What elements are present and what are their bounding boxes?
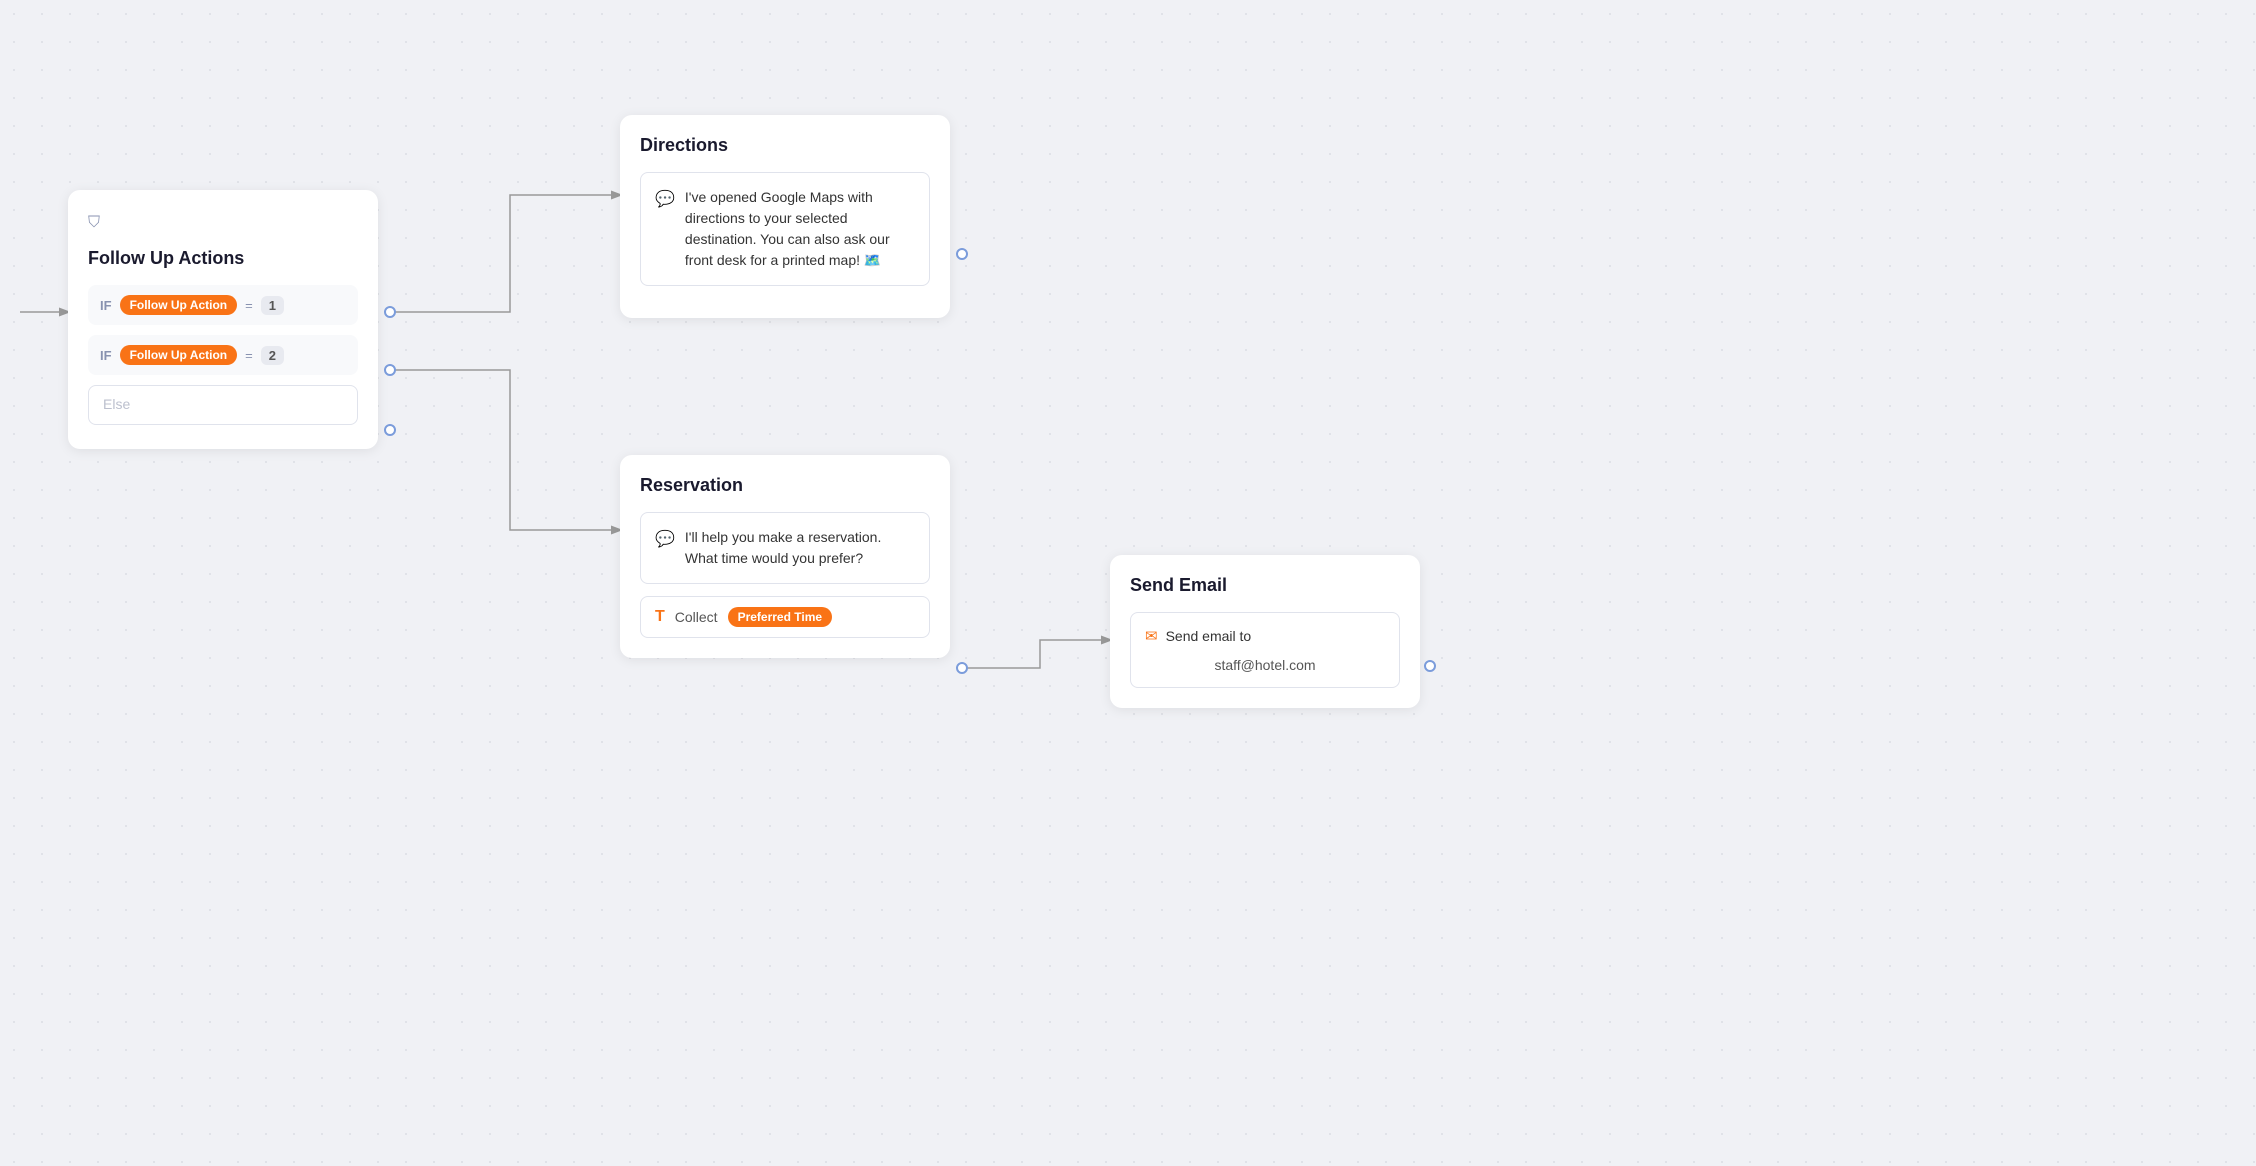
else-row[interactable]: Else (88, 385, 358, 425)
follow-up-actions-card: ⛉ Follow Up Actions IF Follow Up Action … (68, 190, 378, 449)
follow-up-actions-title: Follow Up Actions (88, 248, 358, 269)
connector-dot-reservation-out[interactable] (956, 662, 968, 674)
collect-label: Collect (675, 609, 718, 625)
directions-card: Directions 💬 I've opened Google Maps wit… (620, 115, 950, 318)
preferred-time-badge[interactable]: Preferred Time (728, 607, 833, 627)
send-email-card: Send Email ✉ Send email to staff@hotel.c… (1110, 555, 1420, 708)
email-value: staff@hotel.com (1145, 653, 1385, 673)
follow-up-badge-2[interactable]: Follow Up Action (120, 345, 238, 365)
send-email-inner: ✉ Send email to staff@hotel.com (1130, 612, 1400, 688)
chat-icon-reservation: 💬 (655, 529, 675, 549)
connector-dot-directions-out[interactable] (956, 248, 968, 260)
value-badge-1: 1 (261, 296, 284, 315)
reservation-card: Reservation 💬 I'll help you make a reser… (620, 455, 950, 658)
connector-dot-2[interactable] (384, 364, 396, 376)
reservation-title: Reservation (640, 475, 930, 496)
value-badge-2: 2 (261, 346, 284, 365)
if-label-1: IF (100, 298, 112, 313)
collect-row[interactable]: T Collect Preferred Time (640, 596, 930, 638)
directions-title: Directions (640, 135, 930, 156)
else-label: Else (103, 396, 130, 412)
connector-dot-send-email-out[interactable] (1424, 660, 1436, 672)
chat-icon-directions: 💬 (655, 189, 675, 209)
t-icon: T (655, 608, 665, 626)
reservation-message-box: 💬 I'll help you make a reservation. What… (640, 512, 930, 584)
directions-message-box: 💬 I've opened Google Maps with direction… (640, 172, 930, 286)
follow-up-badge-1[interactable]: Follow Up Action (120, 295, 238, 315)
send-icon: ✉ (1145, 627, 1158, 645)
send-email-label: Send email to (1166, 628, 1252, 644)
condition-row-1[interactable]: IF Follow Up Action = 1 (88, 285, 358, 325)
equals-1: = (245, 298, 253, 313)
send-email-row: ✉ Send email to (1145, 627, 1385, 645)
equals-2: = (245, 348, 253, 363)
filter-header: ⛉ (88, 214, 358, 232)
directions-message-text: I've opened Google Maps with directions … (685, 187, 915, 271)
send-email-title: Send Email (1130, 575, 1400, 596)
connector-dot-1[interactable] (384, 306, 396, 318)
condition-row-2[interactable]: IF Follow Up Action = 2 (88, 335, 358, 375)
connector-dot-3[interactable] (384, 424, 396, 436)
filter-icon: ⛉ (88, 214, 100, 232)
reservation-message-text: I'll help you make a reservation. What t… (685, 527, 915, 569)
if-label-2: IF (100, 348, 112, 363)
